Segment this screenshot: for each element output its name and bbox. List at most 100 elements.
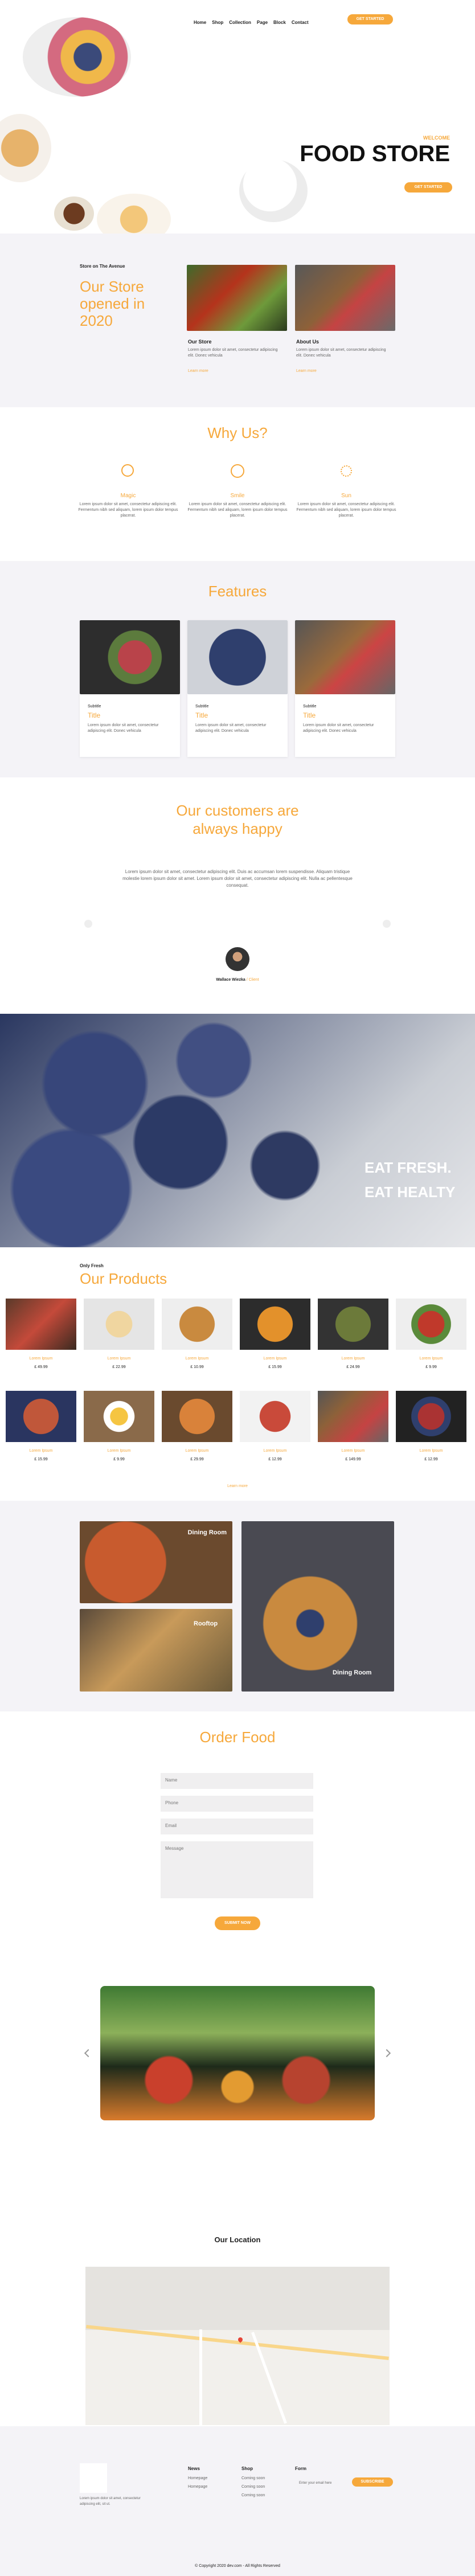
product-price: £ 15.99 bbox=[34, 1457, 48, 1461]
footer-section: Lorem ipsum dolor sit amet, consectetur … bbox=[0, 2426, 475, 2576]
product-card[interactable]: Lorem Ipsum £ 9.99 bbox=[84, 1391, 154, 1465]
product-price: £ 22.99 bbox=[112, 1365, 126, 1369]
product-card[interactable]: Lorem Ipsum £ 12.99 bbox=[240, 1391, 310, 1465]
newsletter-input[interactable]: Enter your email here bbox=[299, 2480, 350, 2486]
product-card[interactable]: Lorem Ipsum £ 49.99 bbox=[6, 1299, 76, 1373]
hero-food-image bbox=[0, 0, 171, 234]
nav-block[interactable]: Block bbox=[273, 20, 286, 25]
carousel-next-icon[interactable] bbox=[382, 2049, 391, 2058]
footer-logo bbox=[80, 2463, 107, 2493]
gallery-section: Dining Room Rooftop Dining Room bbox=[0, 1501, 475, 1711]
sun-title: Sun bbox=[341, 493, 351, 499]
footer-shop-link[interactable]: Coming soon bbox=[241, 2493, 265, 2499]
nav-get-started-button[interactable]: GET STARTED bbox=[347, 14, 393, 24]
product-card[interactable]: Lorem Ipsum £ 15.99 bbox=[240, 1299, 310, 1373]
product-price: £ 9.99 bbox=[425, 1365, 437, 1369]
pizza-image: Dining Room bbox=[80, 1521, 232, 1603]
why-section: Why Us? Magic Lorem ipsum dolor sit amet… bbox=[0, 407, 475, 561]
feature-label: Subtitle bbox=[195, 705, 209, 708]
product-name: Lorem Ipsum bbox=[185, 1357, 209, 1361]
product-card[interactable]: Lorem Ipsum £ 15.99 bbox=[6, 1391, 76, 1465]
smile-icon bbox=[231, 464, 244, 478]
product-card[interactable]: Lorem Ipsum £ 10.99 bbox=[162, 1299, 232, 1373]
author-role: / Client bbox=[246, 978, 259, 982]
copyright: © Copyright 2020 dev.com - All Rights Re… bbox=[195, 2564, 280, 2568]
nav-shop[interactable]: Shop bbox=[212, 20, 223, 25]
name-field[interactable]: Name bbox=[161, 1773, 313, 1789]
gallery-label: Dining Room bbox=[187, 1529, 227, 1536]
product-image bbox=[318, 1391, 388, 1442]
products-section: Only Fresh Our Products Lorem Ipsum £ 49.… bbox=[0, 1247, 475, 1501]
store-section: Store on The Avenue Our Store opened in … bbox=[0, 234, 475, 407]
product-card[interactable]: Lorem Ipsum £ 12.99 bbox=[396, 1391, 466, 1465]
burger-image: Rooftop bbox=[80, 1609, 232, 1692]
product-name: Lorem Ipsum bbox=[29, 1449, 53, 1453]
product-price: £ 12.99 bbox=[268, 1457, 282, 1461]
nav-home[interactable]: Home bbox=[194, 20, 206, 25]
magic-text: Lorem ipsum dolor sit amet, consectetur … bbox=[78, 502, 178, 518]
smile-title: Smile bbox=[230, 493, 245, 499]
footer-news-link[interactable]: Homepage bbox=[188, 2476, 207, 2481]
phone-field[interactable]: Phone bbox=[161, 1796, 313, 1812]
footer-shop-title: Shop bbox=[241, 2466, 253, 2471]
footer-news-link[interactable]: Homepage bbox=[188, 2484, 207, 2490]
about-card-link[interactable]: Learn more bbox=[296, 369, 317, 373]
hero-title: FOOD STORE bbox=[300, 141, 450, 166]
sun-text: Lorem ipsum dolor sit amet, consectetur … bbox=[296, 502, 396, 518]
email-field[interactable]: Email bbox=[161, 1819, 313, 1834]
banner-section: EAT FRESH. EAT HEALTY bbox=[0, 1014, 475, 1247]
product-card[interactable]: Lorem Ipsum £ 22.99 bbox=[84, 1299, 154, 1373]
message-field[interactable]: Message bbox=[161, 1841, 313, 1898]
product-name: Lorem Ipsum bbox=[263, 1357, 287, 1361]
teapot-image bbox=[239, 159, 308, 222]
store-eyebrow: Store on The Avenue bbox=[80, 264, 125, 269]
subscribe-button[interactable]: SUBSCRIBE bbox=[352, 2477, 393, 2487]
nav-page[interactable]: Page bbox=[257, 20, 268, 25]
feature-image bbox=[187, 620, 288, 694]
order-section: Order Food Name Phone Email Message SUBM… bbox=[0, 1711, 475, 1956]
banner-line-1: EAT FRESH. bbox=[365, 1159, 452, 1176]
features-heading: Features bbox=[208, 583, 267, 600]
product-image bbox=[240, 1391, 310, 1442]
product-card[interactable]: Lorem Ipsum £ 29.99 bbox=[162, 1391, 232, 1465]
product-image bbox=[318, 1299, 388, 1350]
footer-shop-link[interactable]: Coming soon bbox=[241, 2484, 265, 2490]
product-name: Lorem Ipsum bbox=[419, 1357, 443, 1361]
hero-get-started-button[interactable]: GET STARTED bbox=[404, 182, 452, 193]
footer-shop-link[interactable]: Coming soon bbox=[241, 2476, 265, 2481]
product-card[interactable]: Lorem Ipsum £ 9.99 bbox=[396, 1299, 466, 1373]
footer-news-title: News bbox=[188, 2466, 200, 2471]
magic-title: Magic bbox=[120, 493, 136, 499]
feature-card[interactable]: Subtitle Title Lorem ipsum dolor sit ame… bbox=[295, 620, 395, 757]
nav-contact[interactable]: Contact bbox=[292, 20, 309, 25]
prev-arrow-icon[interactable] bbox=[84, 920, 92, 928]
submit-button[interactable]: SUBMIT NOW bbox=[215, 1916, 260, 1930]
nav-collection[interactable]: Collection bbox=[229, 20, 251, 25]
product-image bbox=[84, 1299, 154, 1350]
gallery-label: Rooftop bbox=[194, 1620, 218, 1627]
product-price: £ 149.99 bbox=[345, 1457, 361, 1461]
carousel-prev-icon[interactable] bbox=[84, 2049, 93, 2058]
store-vegetables-image bbox=[187, 265, 287, 331]
product-name: Lorem Ipsum bbox=[263, 1449, 287, 1453]
product-price: £ 49.99 bbox=[34, 1365, 48, 1369]
product-image bbox=[6, 1299, 76, 1350]
products-learn-more[interactable]: Learn more bbox=[0, 1484, 475, 1488]
product-image bbox=[6, 1391, 76, 1442]
sun-icon bbox=[341, 465, 352, 477]
feature-card[interactable]: Subtitle Title Lorem ipsum dolor sit ame… bbox=[187, 620, 288, 757]
gallery-label: Dining Room bbox=[333, 1669, 372, 1676]
store-card-link[interactable]: Learn more bbox=[188, 369, 208, 373]
product-image bbox=[162, 1299, 232, 1350]
product-card[interactable]: Lorem Ipsum £ 149.99 bbox=[318, 1391, 388, 1465]
products-eyebrow: Only Fresh bbox=[80, 1263, 104, 1268]
feature-card[interactable]: Subtitle Title Lorem ipsum dolor sit ame… bbox=[80, 620, 180, 757]
store-heading: Our Store opened in 2020 bbox=[80, 278, 145, 329]
footer-form-title: Form bbox=[295, 2466, 306, 2471]
product-image bbox=[84, 1391, 154, 1442]
map[interactable] bbox=[85, 2267, 390, 2425]
product-image bbox=[396, 1391, 466, 1442]
next-arrow-icon[interactable] bbox=[383, 920, 391, 928]
about-card-text: Lorem ipsum dolor sit amet, consectetur … bbox=[296, 348, 386, 358]
product-card[interactable]: Lorem Ipsum £ 24.99 bbox=[318, 1299, 388, 1373]
